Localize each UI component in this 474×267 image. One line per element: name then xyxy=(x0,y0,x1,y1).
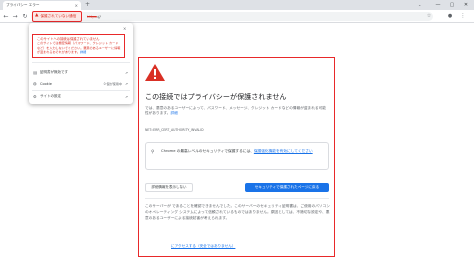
cookie-icon: ◍ xyxy=(33,81,37,86)
page-title: この接続ではプライバシーが保護されません xyxy=(145,92,287,101)
minimize-icon[interactable]: — xyxy=(432,0,444,10)
certificate-label: 証明書が無効です xyxy=(40,70,68,74)
external-link-icon: ↗ xyxy=(124,94,128,99)
search-icon: ⚲ xyxy=(151,150,155,155)
divider xyxy=(32,90,130,91)
warning-icon: ▲ xyxy=(35,13,39,19)
certificate-icon: ▤ xyxy=(33,70,37,75)
enhanced-protection-box: ⚲ Chrome の最高レベルのセキュリティで保護するには、保護強化機能を有効に… xyxy=(145,142,329,170)
popup-close-icon[interactable]: × xyxy=(123,26,126,31)
learn-more-link[interactable]: 詳細 xyxy=(170,111,177,115)
divider xyxy=(145,198,329,199)
reload-icon[interactable]: ↻ xyxy=(21,12,29,21)
site-info-popup: × このサイトへの接続は保護されていません このサイトでは機密情報（パスワード、… xyxy=(29,23,133,104)
new-tab-icon[interactable]: + xyxy=(85,1,90,9)
error-description: では、悪意のあるユーザーによって、パスワード、メッセージ、クレジット カードなど… xyxy=(145,106,329,117)
popup-row-certificate[interactable]: ▤ 証明書が無効です ↗ xyxy=(33,68,128,77)
tab-title: プライバシー エラー xyxy=(6,3,40,7)
tab-strip: プライバシー エラー × + ⌄ — ▢ ✕ xyxy=(0,0,474,10)
privacy-error-panel: この接続ではプライバシーが保護されません では、悪意のあるユーザーによって、パス… xyxy=(138,57,335,257)
external-link-icon: ↗ xyxy=(124,81,128,86)
connection-warning-body: このサイトでは機密情報（パスワード、クレジット カードなど）を入力しないでくださ… xyxy=(37,41,121,54)
browser-menu-icon[interactable]: ⋮ xyxy=(459,12,467,21)
connection-warning-link[interactable]: 詳細 xyxy=(80,50,86,54)
cookie-label: Cookie xyxy=(40,81,52,86)
tab-privacy-error[interactable]: プライバシー エラー × xyxy=(3,1,81,10)
back-to-safety-button[interactable]: セキュリティで保護されたページに戻る xyxy=(245,183,329,192)
tab-search-icon[interactable]: ⌄ xyxy=(418,0,421,10)
bookmark-star-icon[interactable]: ☆ xyxy=(425,12,433,21)
certificate-details-text: このサーバーが であることを確認できませんでした。このサーバーのセキュリティ証明… xyxy=(145,204,330,221)
maximize-icon[interactable]: ▢ xyxy=(446,0,458,10)
security-label: 保護されていない通信 xyxy=(40,14,77,18)
url-text[interactable]: https:// xyxy=(87,13,101,20)
proceed-unsafe-link[interactable]: にアクセスする（安全ではありません） xyxy=(171,244,235,249)
enhanced-protection-text: Chrome の最高レベルのセキュリティで保護するには、 xyxy=(161,149,254,153)
cookie-count: 0 個が使用中 xyxy=(103,82,122,86)
external-link-icon: ↗ xyxy=(124,70,128,75)
enhanced-protection-link[interactable]: 保護強化機能を有効にしてください xyxy=(254,149,313,153)
url-rest: :// xyxy=(96,14,101,19)
warning-triangle-icon xyxy=(145,64,165,81)
back-icon[interactable]: ← xyxy=(2,12,10,21)
window-close-icon[interactable]: ✕ xyxy=(460,0,472,10)
connection-warning: このサイトへの接続は保護されていません このサイトでは機密情報（パスワード、クレ… xyxy=(32,34,125,58)
security-chip[interactable]: ▲ 保護されていない通信 xyxy=(32,11,82,22)
hide-details-button[interactable]: 詳細情報を表示しない xyxy=(145,183,193,192)
popup-row-cookie[interactable]: ◍ Cookie 0 個が使用中 ↗ xyxy=(33,79,128,88)
divider xyxy=(32,62,130,63)
url-scheme: https xyxy=(87,14,97,19)
tab-close-icon[interactable]: × xyxy=(75,3,78,8)
site-settings-label: サイトの設定 xyxy=(40,94,61,98)
profile-icon[interactable]: ● xyxy=(446,12,454,21)
toolbar: ← → ↻ ▲ 保護されていない通信 https:// ☆ ● ⋮ xyxy=(0,10,474,23)
settings-icon: ⚙ xyxy=(33,94,37,99)
forward-icon[interactable]: → xyxy=(11,12,19,21)
error-code: NET::ERR_CERT_AUTHORITY_INVALID xyxy=(145,128,204,132)
popup-row-site-settings[interactable]: ⚙ サイトの設定 ↗ xyxy=(33,92,128,101)
